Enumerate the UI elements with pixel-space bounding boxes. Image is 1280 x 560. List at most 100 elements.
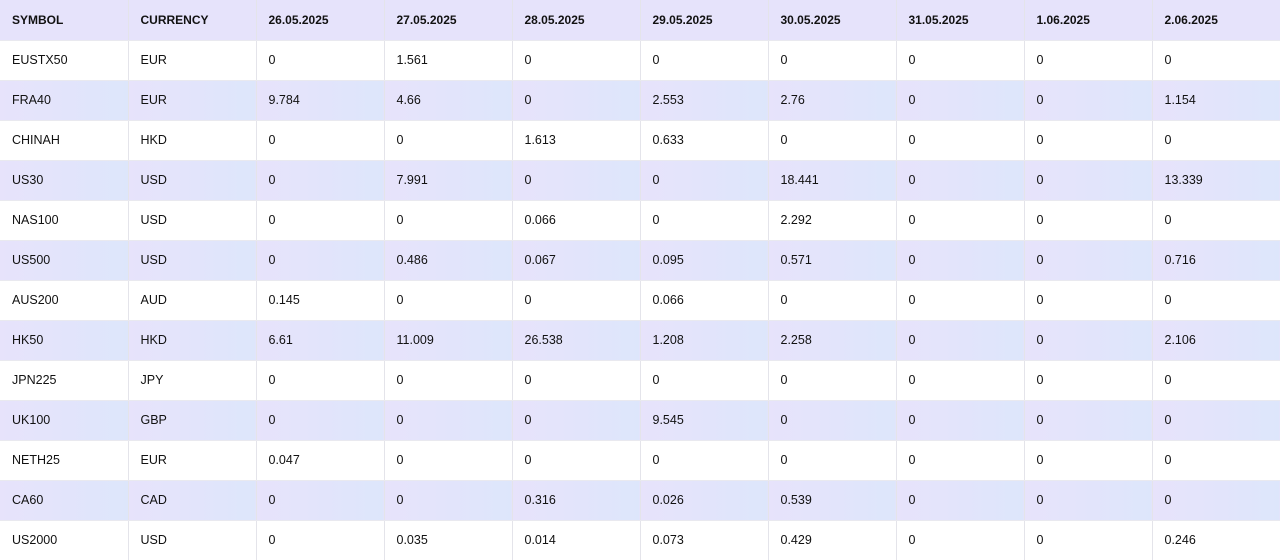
value-cell: 2.76 [768, 80, 897, 121]
value-cell: 0 [1024, 120, 1153, 161]
value-cell: 0 [896, 40, 1025, 81]
header-row: SYMBOL CURRENCY 26.05.2025 27.05.2025 28… [0, 0, 1280, 41]
value-cell: 7.991 [384, 160, 513, 201]
value-cell: 0 [640, 360, 769, 401]
value-cell: 0 [640, 40, 769, 81]
header-date-7[interactable]: 1.06.2025 [1024, 0, 1153, 41]
value-cell: 0 [512, 160, 641, 201]
value-cell: 0 [512, 440, 641, 481]
value-cell: 0 [896, 480, 1025, 521]
value-cell: 0 [384, 480, 513, 521]
value-cell: 1.561 [384, 40, 513, 81]
table-row: US2000 USD 0 0.035 0.014 0.073 0.429 0 0 0.246 [0, 520, 1280, 560]
currency-cell: USD [128, 240, 257, 281]
value-cell: 0.486 [384, 240, 513, 281]
currency-cell: AUD [128, 280, 257, 321]
symbol-cell: NAS100 [0, 200, 129, 241]
currency-cell: USD [128, 160, 257, 201]
value-cell: 0 [1024, 400, 1153, 441]
value-cell: 0.429 [768, 520, 897, 560]
value-cell: 2.258 [768, 320, 897, 361]
value-cell: 0 [896, 240, 1025, 281]
header-currency[interactable]: CURRENCY [128, 0, 257, 41]
value-cell: 0 [768, 280, 897, 321]
value-cell: 0 [1152, 480, 1280, 521]
symbol-cell: UK100 [0, 400, 129, 441]
table-row: HK50 HKD 6.61 11.009 26.538 1.208 2.258 0 0 2.106 [0, 320, 1280, 361]
value-cell: 0 [384, 440, 513, 481]
header-date-3[interactable]: 28.05.2025 [512, 0, 641, 41]
value-cell: 0 [1024, 360, 1153, 401]
value-cell: 0 [1024, 80, 1153, 121]
value-cell: 0 [384, 200, 513, 241]
value-cell: 26.538 [512, 320, 641, 361]
value-cell: 2.106 [1152, 320, 1280, 361]
value-cell: 0 [896, 200, 1025, 241]
value-cell: 0.539 [768, 480, 897, 521]
table-row: CA60 CAD 0 0 0.316 0.026 0.539 0 0 0 [0, 480, 1280, 521]
table-row: CHINAH HKD 0 0 1.613 0.633 0 0 0 0 [0, 120, 1280, 161]
value-cell: 0.026 [640, 480, 769, 521]
value-cell: 0 [1024, 200, 1153, 241]
value-cell: 0 [896, 360, 1025, 401]
currency-cell: HKD [128, 120, 257, 161]
table-row: US500 USD 0 0.486 0.067 0.095 0.571 0 0 0.716 [0, 240, 1280, 281]
value-cell: 0 [384, 400, 513, 441]
header-date-8[interactable]: 2.06.2025 [1152, 0, 1280, 41]
header-symbol[interactable]: SYMBOL [0, 0, 129, 41]
value-cell: 0 [256, 240, 385, 281]
symbol-cell: HK50 [0, 320, 129, 361]
symbol-cell: CHINAH [0, 120, 129, 161]
value-cell: 0 [1024, 240, 1153, 281]
header-date-4[interactable]: 29.05.2025 [640, 0, 769, 41]
value-cell: 0 [896, 400, 1025, 441]
value-cell: 1.154 [1152, 80, 1280, 121]
symbol-cell: CA60 [0, 480, 129, 521]
value-cell: 0 [1024, 280, 1153, 321]
header-date-6[interactable]: 31.05.2025 [896, 0, 1025, 41]
value-cell: 0 [512, 400, 641, 441]
value-cell: 0 [768, 440, 897, 481]
value-cell: 0.035 [384, 520, 513, 560]
value-cell: 0.716 [1152, 240, 1280, 281]
dividend-table: SYMBOL CURRENCY 26.05.2025 27.05.2025 28… [0, 0, 1280, 560]
table-row: EUSTX50 EUR 0 1.561 0 0 0 0 0 0 [0, 40, 1280, 81]
value-cell: 0 [256, 200, 385, 241]
value-cell: 11.009 [384, 320, 513, 361]
value-cell: 0 [512, 280, 641, 321]
value-cell: 0.633 [640, 120, 769, 161]
currency-cell: EUR [128, 40, 257, 81]
value-cell: 0 [1152, 400, 1280, 441]
table-row: NAS100 USD 0 0 0.066 0 2.292 0 0 0 [0, 200, 1280, 241]
value-cell: 2.553 [640, 80, 769, 121]
header-date-5[interactable]: 30.05.2025 [768, 0, 897, 41]
value-cell: 0 [1024, 320, 1153, 361]
header-date-2[interactable]: 27.05.2025 [384, 0, 513, 41]
value-cell: 0 [1152, 40, 1280, 81]
value-cell: 0 [512, 80, 641, 121]
value-cell: 0.095 [640, 240, 769, 281]
value-cell: 0 [640, 200, 769, 241]
table-body: EUSTX50 EUR 0 1.561 0 0 0 0 0 0 FRA40 EUR 9.784 4.66 0… [0, 40, 1280, 560]
value-cell: 0 [256, 160, 385, 201]
value-cell: 0.014 [512, 520, 641, 560]
value-cell: 0 [1024, 160, 1153, 201]
value-cell: 0 [1024, 40, 1153, 81]
currency-cell: JPY [128, 360, 257, 401]
value-cell: 0 [768, 360, 897, 401]
value-cell: 1.613 [512, 120, 641, 161]
value-cell: 0 [256, 120, 385, 161]
value-cell: 0 [640, 160, 769, 201]
symbol-cell: JPN225 [0, 360, 129, 401]
value-cell: 0 [896, 80, 1025, 121]
value-cell: 0 [1152, 120, 1280, 161]
header-date-1[interactable]: 26.05.2025 [256, 0, 385, 41]
currency-cell: HKD [128, 320, 257, 361]
table-row: NETH25 EUR 0.047 0 0 0 0 0 0 0 [0, 440, 1280, 481]
value-cell: 0 [384, 360, 513, 401]
value-cell: 0.316 [512, 480, 641, 521]
value-cell: 0 [256, 360, 385, 401]
value-cell: 0 [768, 40, 897, 81]
value-cell: 0 [896, 280, 1025, 321]
value-cell: 0 [1024, 440, 1153, 481]
